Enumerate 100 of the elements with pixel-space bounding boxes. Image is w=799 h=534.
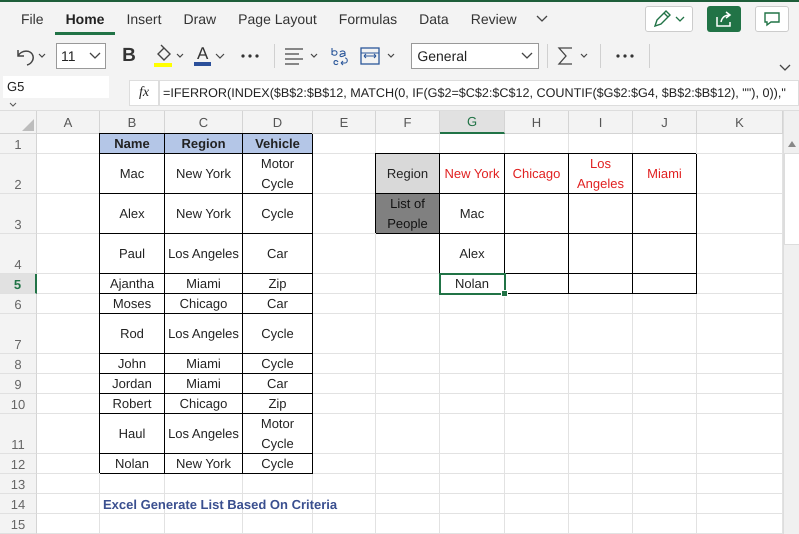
row-header[interactable]: 9 — [0, 374, 37, 394]
font-color-button[interactable]: A — [194, 45, 226, 66]
table-cell: Car — [243, 374, 313, 394]
name-box[interactable]: G5 — [3, 76, 109, 98]
table-cell: Ajantha — [100, 274, 165, 294]
table-cell: Los Angeles — [165, 414, 243, 454]
ribbon-tab[interactable]: Insert — [115, 5, 172, 36]
scrollbar-thumb[interactable] — [784, 153, 799, 245]
table-header-cell: Region — [165, 134, 243, 154]
table-cell: Alex — [440, 234, 505, 274]
table-cell: Los Angeles — [165, 314, 243, 354]
bold-button[interactable]: B — [114, 44, 144, 67]
table-header-cell: Name — [100, 134, 165, 154]
column-header[interactable]: B — [100, 111, 165, 134]
table-cell: Jordan — [100, 374, 165, 394]
column-header[interactable]: E — [313, 111, 376, 134]
ribbon-tab[interactable]: File — [10, 5, 55, 36]
chevron-down-icon[interactable] — [779, 64, 791, 72]
row-header[interactable]: 3 — [0, 194, 37, 234]
table-cell: Mac — [440, 194, 505, 234]
more-icon[interactable] — [240, 52, 260, 59]
table-cell: Miami — [165, 354, 243, 374]
column-header[interactable]: F — [376, 111, 440, 134]
row-header[interactable]: 7 — [0, 314, 37, 354]
table-cell: Nolan — [440, 274, 505, 294]
chevron-down-icon — [89, 52, 101, 60]
number-format-dropdown[interactable]: General — [411, 42, 540, 69]
table-cell: Nolan — [100, 454, 165, 474]
table-cell: Car — [243, 234, 313, 274]
table-cell: Rod — [100, 314, 165, 354]
font-size-dropdown[interactable]: 11 — [56, 42, 106, 69]
table-header-cell: Vehicle — [243, 134, 313, 154]
column-header[interactable]: I — [569, 111, 633, 134]
row-header[interactable]: 15 — [0, 514, 37, 534]
column-header[interactable]: A — [37, 111, 100, 134]
row-header[interactable]: 11 — [0, 414, 37, 454]
chevron-down-icon — [214, 52, 226, 60]
share-icon — [715, 10, 733, 28]
ribbon-tab[interactable]: Data — [408, 5, 460, 36]
table-header-cell: Los Angeles — [569, 154, 633, 194]
table-cell: Car — [243, 294, 313, 314]
column-header[interactable]: K — [697, 111, 783, 134]
table-header-cell: Region — [376, 154, 440, 194]
column-header[interactable]: D — [243, 111, 313, 134]
table-cell: Robert — [100, 394, 165, 414]
table-cell: New York — [165, 154, 243, 194]
table-header-cell: Miami — [633, 154, 697, 194]
row-header[interactable]: 2 — [0, 154, 37, 194]
column-header[interactable]: J — [633, 111, 697, 134]
table-header-cell: List of People — [376, 194, 440, 234]
table-cell: Paul — [100, 234, 165, 274]
ribbon-tab[interactable]: Draw — [172, 5, 228, 36]
scroll-up-icon[interactable] — [788, 141, 796, 147]
table-cell: Moses — [100, 294, 165, 314]
table-cell: Miami — [165, 274, 243, 294]
table-cell: Cycle — [243, 454, 313, 474]
row-header[interactable]: 8 — [0, 354, 37, 374]
row-header[interactable]: 4 — [0, 234, 37, 274]
table-header-cell: New York — [440, 154, 505, 194]
row-header[interactable]: 6 — [0, 294, 37, 314]
table-cell: Los Angeles — [165, 234, 243, 274]
table-cell: Motor Cycle — [243, 154, 313, 194]
column-header[interactable]: H — [505, 111, 569, 134]
table-cell: Cycle — [243, 354, 313, 374]
sheet-caption: Excel Generate List Based On Criteria — [102, 496, 338, 514]
row-header[interactable]: 10 — [0, 394, 37, 414]
column-header[interactable]: C — [165, 111, 243, 134]
comment-icon — [763, 10, 781, 28]
insert-function-button[interactable]: fx — [129, 80, 159, 106]
table-header-cell: Chicago — [505, 154, 569, 194]
chevron-down-icon[interactable] — [536, 14, 548, 23]
vertical-scrollbar[interactable] — [783, 111, 799, 534]
table-cell: Cycle — [243, 314, 313, 354]
table-cell: Alex — [100, 194, 165, 234]
table-cell: Miami — [165, 374, 243, 394]
row-header[interactable]: 14 — [0, 494, 37, 514]
pencil-icon — [652, 8, 686, 29]
table-cell: New York — [165, 194, 243, 234]
table-cell: Mac — [100, 154, 165, 194]
ribbon-tab[interactable]: Formulas — [328, 5, 408, 36]
row-header[interactable]: 5 — [0, 274, 37, 294]
formula-field[interactable]: =IFERROR(INDEX($B$2:$B$12, MATCH(0, IF(G$2=$C$2:$C$12, COUNTIF($G$2:$G4, $B$2:$B$12), ""), 0))," — [159, 80, 799, 106]
table-cell: Chicago — [165, 394, 243, 414]
column-header[interactable]: G — [440, 111, 505, 134]
comment-button[interactable] — [755, 6, 789, 32]
table-cell: Cycle — [243, 194, 313, 234]
more-icon[interactable] — [615, 52, 636, 59]
share-button[interactable] — [707, 6, 741, 32]
row-header[interactable]: 1 — [0, 134, 37, 154]
table-cell: New York — [165, 454, 243, 474]
row-header[interactable]: 12 — [0, 454, 37, 474]
editing-mode-button[interactable] — [645, 6, 693, 32]
row-header[interactable]: 13 — [0, 474, 37, 494]
triangle-icon — [22, 119, 34, 131]
table-cell: Chicago — [165, 294, 243, 314]
table-cell: Zip — [243, 274, 313, 294]
ribbon-tab[interactable]: Page Layout — [227, 5, 328, 36]
chevron-down-icon[interactable] — [9, 102, 17, 107]
ribbon-tab[interactable]: Review — [460, 5, 528, 36]
fill-color-button[interactable] — [152, 44, 186, 68]
